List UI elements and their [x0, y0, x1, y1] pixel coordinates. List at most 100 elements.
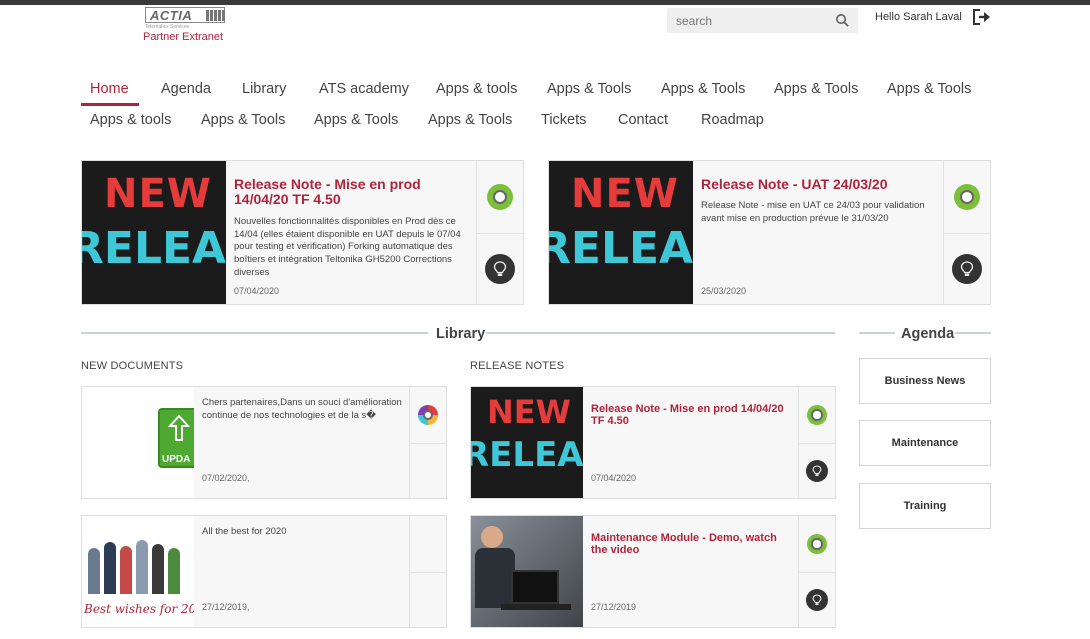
image-text-release: RELEASE [549, 223, 693, 274]
document-card-2-actions [409, 516, 446, 627]
featured-card-1-body: Release Note - Mise en prod 14/04/20 TF … [234, 176, 472, 284]
featured-card-1-description: Nouvelles fonctionnalités disponibles en… [234, 215, 461, 279]
new-release-image: NEW RELEASE [471, 387, 583, 498]
document-card-1-actions [409, 387, 446, 498]
document-card-2[interactable]: Best wishes for 2020 All the best for 20… [81, 515, 447, 628]
release-note-card-1-date: 07/04/2020 [591, 473, 637, 483]
release-note-card-2-title[interactable]: Maintenance Module - Demo, watch the vid… [591, 532, 791, 556]
featured-card-1-actions [476, 161, 523, 304]
status-cell [944, 161, 990, 233]
idea-cell [799, 572, 835, 627]
nav-apps-tools-2[interactable]: Apps & Tools [547, 81, 631, 97]
status-cell [410, 387, 446, 443]
agenda-training-button[interactable]: Training [859, 483, 991, 529]
nav-roadmap[interactable]: Roadmap [701, 112, 764, 128]
release-note-card-1[interactable]: NEW RELEASE Release Note - Mise en prod … [470, 386, 836, 499]
status-ring-icon[interactable] [807, 405, 827, 425]
agenda-divider-right [955, 332, 991, 334]
lightbulb-icon[interactable] [806, 460, 828, 482]
lightbulb-icon[interactable] [952, 254, 982, 284]
idea-cell [477, 233, 523, 304]
nav-apps-tools-6[interactable]: Apps & tools [90, 112, 171, 128]
loading-ring-icon[interactable] [418, 405, 438, 425]
library-divider-right [486, 332, 835, 334]
document-card-2-image: Best wishes for 2020 [82, 516, 194, 627]
nav-home[interactable]: Home [90, 81, 129, 97]
nav-contact[interactable]: Contact [618, 112, 668, 128]
logout-icon[interactable] [972, 8, 992, 26]
library-title: Library [436, 326, 486, 342]
nav-apps-tools-9[interactable]: Apps & Tools [428, 112, 512, 128]
agenda-divider-left [859, 332, 895, 334]
featured-card-1-title[interactable]: Release Note - Mise en prod 14/04/20 TF … [234, 176, 472, 208]
new-release-image: NEW RELEASE [549, 161, 693, 304]
status-ring-icon[interactable] [807, 534, 827, 554]
user-greeting: Hello Sarah Laval [875, 11, 962, 23]
nav-apps-tools-1[interactable]: Apps & tools [436, 81, 517, 97]
status-ring-icon[interactable] [954, 184, 980, 210]
empty-cell [410, 572, 446, 627]
new-release-image: NEW RELEASE [82, 161, 226, 304]
logo-subtitle: Telematics Services [145, 24, 190, 30]
featured-card-1[interactable]: NEW RELEASE Release Note - Mise en prod … [81, 160, 524, 305]
release-note-card-1-title[interactable]: Release Note - Mise en prod 14/04/20 TF … [591, 403, 791, 427]
lightbulb-icon[interactable] [806, 589, 828, 611]
document-card-1-image: UPDA [82, 387, 194, 498]
document-card-1-body: Chers partenaires,Dans un souci d'amélio… [202, 397, 407, 427]
image-text-new: NEW [104, 171, 212, 217]
idea-cell [944, 233, 990, 304]
nav-apps-tools-8[interactable]: Apps & Tools [314, 112, 398, 128]
update-badge-icon: UPDA [158, 408, 194, 468]
nav-ats-academy[interactable]: ATS academy [319, 81, 409, 97]
release-note-card-2-body: Maintenance Module - Demo, watch the vid… [591, 532, 791, 556]
search-icon[interactable] [835, 13, 850, 28]
document-card-2-description: All the best for 2020 [202, 526, 287, 537]
document-card-1-description: Chers partenaires,Dans un souci d'amélio… [202, 397, 402, 421]
featured-card-1-image: NEW RELEASE [82, 161, 226, 304]
idea-cell [799, 443, 835, 498]
release-note-card-2[interactable]: Maintenance Module - Demo, watch the vid… [470, 515, 836, 628]
empty-cell [410, 443, 446, 498]
agenda-title: Agenda [901, 326, 955, 342]
document-card-1-date: 07/02/2020, [202, 473, 250, 483]
nav-tickets[interactable]: Tickets [541, 112, 586, 128]
featured-card-2-body: Release Note - UAT 24/03/20 Release Note… [701, 176, 939, 240]
featured-card-2-image: NEW RELEASE [549, 161, 693, 304]
update-badge-text: UPDA [162, 454, 191, 465]
featured-card-2[interactable]: NEW RELEASE Release Note - UAT 24/03/20 … [548, 160, 991, 305]
image-text-new: NEW [487, 393, 571, 431]
nav-library[interactable]: Library [242, 81, 286, 97]
image-text-release: RELEASE [82, 223, 226, 274]
status-cell [799, 516, 835, 572]
mechanic-laptop-image [471, 516, 583, 627]
status-cell [477, 161, 523, 233]
document-card-2-date: 27/12/2019, [202, 602, 250, 612]
featured-card-2-title[interactable]: Release Note - UAT 24/03/20 [701, 176, 939, 192]
top-bar [0, 0, 1090, 5]
nav-active-indicator [81, 103, 139, 106]
image-text-release: RELEASE [471, 435, 583, 475]
nav-apps-tools-4[interactable]: Apps & Tools [774, 81, 858, 97]
nav-apps-tools-5[interactable]: Apps & Tools [887, 81, 971, 97]
nav-apps-tools-3[interactable]: Apps & Tools [661, 81, 745, 97]
search-input[interactable] [667, 8, 827, 33]
featured-card-1-date: 07/04/2020 [234, 286, 280, 296]
featured-card-2-description: Release Note - mise en UAT ce 24/03 pour… [701, 200, 925, 225]
document-card-1[interactable]: UPDA Chers partenaires,Dans un souci d'a… [81, 386, 447, 499]
featured-card-2-date: 25/03/2020 [701, 286, 747, 296]
logo-box: ACTIA [145, 7, 226, 23]
actia-logo[interactable]: ACTIA Telematics Services Partner Extran… [143, 7, 233, 47]
status-ring-icon[interactable] [487, 184, 513, 210]
search-box [667, 8, 858, 33]
nav-apps-tools-7[interactable]: Apps & Tools [201, 112, 285, 128]
team-people-image [84, 534, 194, 594]
release-note-card-2-image [471, 516, 583, 627]
release-note-card-2-date: 27/12/2019 [591, 602, 637, 612]
agenda-business-news-button[interactable]: Business News [859, 358, 991, 404]
nav-agenda[interactable]: Agenda [161, 81, 211, 97]
release-notes-label: RELEASE NOTES [470, 360, 565, 372]
release-note-card-1-actions [798, 387, 835, 498]
agenda-maintenance-button[interactable]: Maintenance [859, 420, 991, 466]
best-wishes-text: Best wishes for 2020 [84, 602, 194, 616]
lightbulb-icon[interactable] [485, 254, 515, 284]
